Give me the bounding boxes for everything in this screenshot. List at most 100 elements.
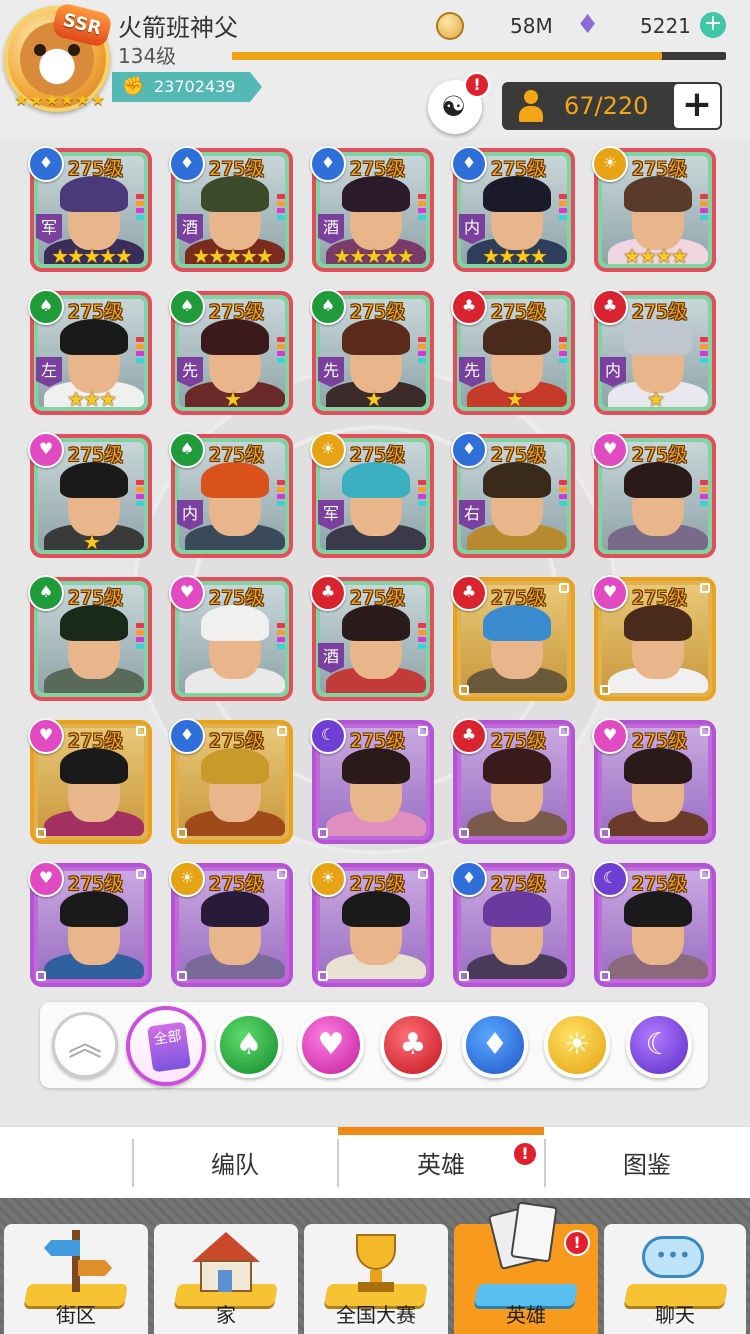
filter-all-button[interactable]: 全部 <box>126 1006 206 1086</box>
hero-card[interactable]: ♥ 275级 <box>592 575 716 701</box>
filter-club-button[interactable]: ♣ <box>380 1012 446 1078</box>
hero-card[interactable]: ♦ 275级军 ★★★★★ <box>28 146 152 272</box>
hero-card[interactable]: ♦ 275级内 ★★★★ <box>451 146 575 272</box>
hero-level: 275级 <box>350 873 406 895</box>
diamond-icon: ♦ <box>451 146 487 182</box>
hero-card[interactable]: ♣ 275级 <box>451 718 575 844</box>
hero-stars: ★ <box>224 387 242 411</box>
hero-card[interactable]: ☀ 275级 <box>169 861 293 987</box>
filter-sun-button[interactable]: ☀ <box>544 1012 610 1078</box>
hero-stars: ★ <box>83 530 101 554</box>
exp-bar <box>232 52 726 60</box>
nav-national-contest[interactable]: 全国大赛 <box>304 1224 448 1334</box>
frame-corner <box>559 583 569 593</box>
hero-card[interactable]: ♥ 275级 ★ <box>28 432 152 558</box>
hero-card[interactable]: ♦ 275级 <box>451 861 575 987</box>
player-id: 23702439 <box>154 77 236 96</box>
hero-card[interactable]: ♥ 275级 <box>28 718 152 844</box>
club-icon: ♣ <box>310 575 346 611</box>
hero-level: 275级 <box>68 301 124 323</box>
hero-card[interactable]: ♥ 275级 <box>592 718 716 844</box>
filter-heart-button[interactable]: ♥ <box>298 1012 364 1078</box>
hero-role-tag: 内 <box>600 357 626 387</box>
hero-card[interactable]: ♦ 275级酒 ★★★★★ <box>169 146 293 272</box>
nav-chat[interactable]: ••• 聊天 <box>604 1224 746 1334</box>
hero-skill-bars <box>700 194 708 222</box>
expand-slots-button[interactable]: + <box>674 84 720 128</box>
frame-corner <box>318 828 328 838</box>
hero-card[interactable]: ♥ 275级 <box>28 861 152 987</box>
hero-card[interactable]: ☀ 275级军 <box>310 432 434 558</box>
hero-card[interactable]: ♥ 275级 <box>592 432 716 558</box>
hero-card[interactable]: ♦ 275级 <box>169 718 293 844</box>
hero-skill-bars <box>700 337 708 365</box>
diamond-icon: ♦ <box>481 1027 509 1062</box>
hero-card[interactable]: ☾ 275级 <box>592 861 716 987</box>
moon-icon: ☾ <box>645 1027 673 1062</box>
frame-corner <box>700 869 710 879</box>
hero-card[interactable]: ☾ 275级 <box>310 718 434 844</box>
hero-card[interactable]: ♣ 275级 <box>451 575 575 701</box>
hero-card[interactable]: ♠ 275级 <box>28 575 152 701</box>
hero-card[interactable]: ♠ 275级内 <box>169 432 293 558</box>
heart-icon: ♥ <box>28 432 64 468</box>
hero-grid: ♦ 275级军 ★★★★★ ♦ 275级酒 ★★★★★ ♦ 275级酒 ★★★★★ ♦ 275级内 ★… <box>0 140 750 990</box>
diamond-icon: ♦ <box>451 432 487 468</box>
heart-icon: ♥ <box>592 432 628 468</box>
nav-heroes[interactable]: ! 英雄 <box>454 1201 598 1334</box>
frame-corner <box>459 685 469 695</box>
hero-role-tag: 酒 <box>177 214 203 244</box>
frame-corner <box>600 685 610 695</box>
add-gems-button[interactable]: + <box>700 12 726 38</box>
chat-bubble-icon: ••• <box>638 1230 714 1300</box>
diamond-icon: ♦ <box>451 861 487 897</box>
hero-level: 275级 <box>68 444 124 466</box>
frame-corner <box>136 869 146 879</box>
tab-formation[interactable]: 编队 <box>132 1127 338 1199</box>
nav-label: 街区 <box>56 1303 96 1327</box>
hero-stars: ★★★★ <box>482 244 548 268</box>
moon-icon: ☾ <box>310 718 346 754</box>
frame-corner <box>459 828 469 838</box>
tab-heroes[interactable]: 英雄 <box>338 1127 544 1199</box>
nav-home[interactable]: 家 <box>154 1224 298 1334</box>
hero-card[interactable]: ♦ 275级右 <box>451 432 575 558</box>
player-avatar[interactable]: SSR ★★★★★★ <box>4 1 114 112</box>
hero-card[interactable]: ☀ 275级 <box>310 861 434 987</box>
hero-card[interactable]: ♣ 275级内 ★ <box>592 289 716 415</box>
gem-icon: ♦ <box>576 10 600 40</box>
filter-bar: ︽ 全部 ♠ ♥ ♣ ♦ ☀ ☾ <box>40 1002 708 1088</box>
hero-card[interactable]: ♠ 275级先 ★ <box>310 289 434 415</box>
collapse-filter-button[interactable]: ︽ <box>52 1012 118 1078</box>
trophy-icon <box>338 1230 414 1300</box>
diamond-icon: ♦ <box>169 718 205 754</box>
bottom-nav: 街区 家 全国大赛 ! 英雄 ••• 聊天 <box>0 1198 750 1334</box>
gold-value: 58M <box>510 14 553 38</box>
sun-icon: ☀ <box>592 146 628 182</box>
hero-card[interactable]: ♥ 275级 <box>169 575 293 701</box>
hero-card[interactable]: ♠ 275级左 ★★★ <box>28 289 152 415</box>
mask-button[interactable]: ☯ ! <box>428 72 490 134</box>
hero-stars: ★ <box>647 387 665 411</box>
filter-spade-button[interactable]: ♠ <box>216 1012 282 1078</box>
hero-card[interactable]: ♦ 275级酒 ★★★★★ <box>310 146 434 272</box>
hero-card[interactable]: ♠ 275级先 ★ <box>169 289 293 415</box>
nav-label: 全国大赛 <box>336 1303 416 1327</box>
hero-card[interactable]: ☀ 275级 ★★★★ <box>592 146 716 272</box>
frame-corner <box>559 726 569 736</box>
hero-level: 275级 <box>491 873 547 895</box>
hero-skill-bars <box>418 337 426 365</box>
hero-card[interactable]: ♣ 275级酒 <box>310 575 434 701</box>
filter-moon-button[interactable]: ☾ <box>626 1012 692 1078</box>
tab-codex[interactable]: 图鉴 <box>544 1127 750 1199</box>
filter-diamond-button[interactable]: ♦ <box>462 1012 528 1078</box>
top-bar: SSR ★★★★★★ 火箭班神父 134级 ✊ 23702439 58M ♦ 5… <box>0 0 750 150</box>
hero-skill-bars <box>418 480 426 508</box>
hero-count-box: 67/220 + <box>502 82 722 130</box>
hero-level: 275级 <box>350 158 406 180</box>
nav-label: 家 <box>216 1303 236 1327</box>
avatar-stars-icon: ★★★★★★ <box>14 90 107 109</box>
hero-stars: ★★★★★ <box>333 244 415 268</box>
nav-street[interactable]: 街区 <box>4 1224 148 1334</box>
hero-card[interactable]: ♣ 275级先 ★ <box>451 289 575 415</box>
